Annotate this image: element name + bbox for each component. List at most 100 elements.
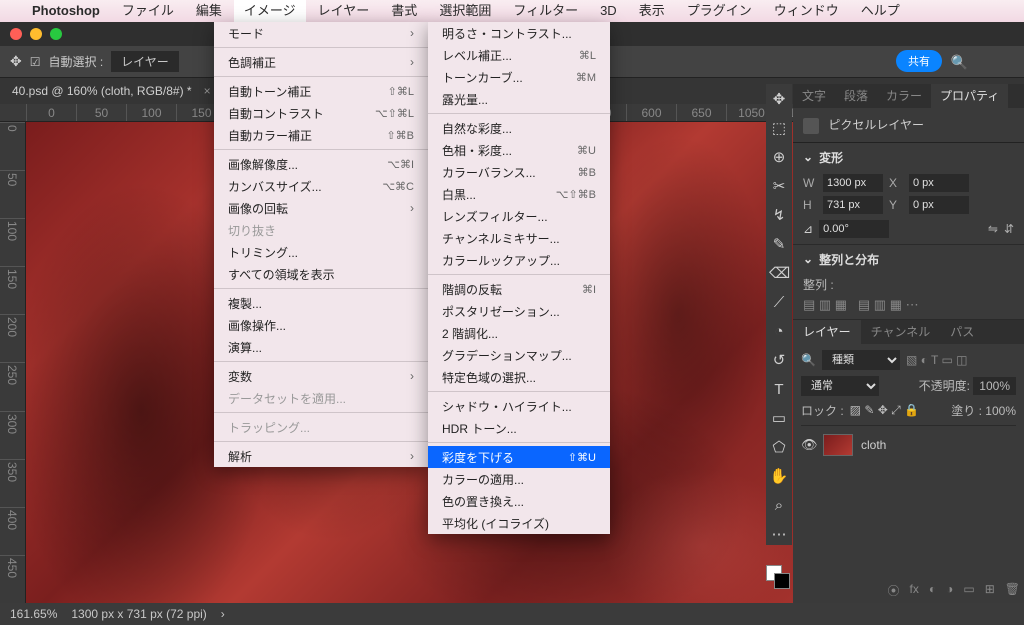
- width-input[interactable]: [823, 174, 883, 192]
- menu-item[interactable]: チャンネルミキサー...: [428, 227, 610, 249]
- height-input[interactable]: [823, 196, 883, 214]
- tool-button[interactable]: ⋯: [769, 525, 789, 545]
- tool-button[interactable]: ✥: [769, 90, 789, 110]
- trash-icon[interactable]: 🗑: [1005, 582, 1020, 599]
- visibility-icon[interactable]: 👁: [801, 437, 815, 453]
- target-select[interactable]: レイヤー: [111, 51, 179, 72]
- menu-item[interactable]: 露光量...: [428, 88, 610, 110]
- flip-h-icon[interactable]: ⇋: [988, 222, 998, 236]
- share-button[interactable]: 共有: [896, 50, 942, 72]
- tool-button[interactable]: ⬚: [769, 119, 789, 139]
- layer-row[interactable]: 👁 cloth: [801, 432, 1016, 458]
- menu-item[interactable]: 自動トーン補正⇧⌘L: [214, 80, 428, 102]
- menu-item[interactable]: 自動コントラスト⌥⇧⌘L: [214, 102, 428, 124]
- tool-button[interactable]: ◔: [769, 322, 789, 342]
- menu-item[interactable]: レベル補正...⌘L: [428, 44, 610, 66]
- x-input[interactable]: [909, 174, 969, 192]
- tool-button[interactable]: ↺: [769, 351, 789, 371]
- fill-value[interactable]: 100%: [985, 404, 1016, 418]
- layer-name[interactable]: cloth: [861, 438, 886, 452]
- menu-item[interactable]: モード: [214, 22, 428, 44]
- fx-icon[interactable]: fx: [910, 582, 919, 599]
- layer-thumbnail[interactable]: [823, 434, 853, 456]
- zoom-value[interactable]: 161.65%: [10, 607, 57, 621]
- menu-select[interactable]: 選択範囲: [429, 0, 501, 22]
- tab-color[interactable]: カラー: [877, 84, 931, 108]
- app-name[interactable]: Photoshop: [22, 0, 110, 22]
- menu-item[interactable]: 画像解像度...⌥⌘I: [214, 153, 428, 175]
- close-icon[interactable]: [10, 28, 22, 40]
- mask-icon[interactable]: ◐: [929, 582, 936, 599]
- menu-item[interactable]: レンズフィルター...: [428, 205, 610, 227]
- angle-input[interactable]: [819, 220, 889, 238]
- document-tab[interactable]: 40.psd @ 160% (cloth, RGB/8#) *: [12, 84, 192, 98]
- menu-item[interactable]: カラーの適用...: [428, 468, 610, 490]
- tool-button[interactable]: ✋: [769, 467, 789, 487]
- chevron-down-icon[interactable]: ⌄: [803, 252, 813, 266]
- adjustment-icon[interactable]: ◑: [946, 582, 953, 599]
- filter-icon[interactable]: 🔍: [801, 353, 816, 367]
- link-icon[interactable]: ⦿: [888, 582, 900, 599]
- menu-item[interactable]: 複製...: [214, 292, 428, 314]
- menu-3d[interactable]: 3D: [590, 0, 627, 22]
- menu-item[interactable]: HDR トーン...: [428, 417, 610, 439]
- menu-filter[interactable]: フィルター: [503, 0, 588, 22]
- color-swatches[interactable]: [766, 565, 792, 599]
- filter-select[interactable]: 種類: [822, 350, 900, 370]
- tab-layers[interactable]: レイヤー: [793, 320, 861, 344]
- tool-button[interactable]: ✎: [769, 235, 789, 255]
- menu-item[interactable]: グラデーションマップ...: [428, 344, 610, 366]
- tab-close-icon[interactable]: ×: [204, 84, 211, 98]
- tab-paragraph[interactable]: 段落: [835, 84, 877, 108]
- menu-item[interactable]: すべての領域を表示: [214, 263, 428, 285]
- menu-item[interactable]: 平均化 (イコライズ): [428, 512, 610, 534]
- menu-window[interactable]: ウィンドウ: [764, 0, 849, 22]
- flip-v-icon[interactable]: ⇵: [1004, 222, 1014, 236]
- tool-button[interactable]: ⊕: [769, 148, 789, 168]
- chevron-down-icon[interactable]: ⌄: [803, 150, 813, 164]
- menu-plugin[interactable]: プラグイン: [677, 0, 762, 22]
- tool-button[interactable]: ⟋: [769, 293, 789, 313]
- maximize-icon[interactable]: [50, 28, 62, 40]
- menu-item[interactable]: 自然な彩度...: [428, 117, 610, 139]
- menu-item[interactable]: カンバスサイズ...⌥⌘C: [214, 175, 428, 197]
- filter-pixmap-icon[interactable]: ▧ ◐ T ▭ ◫: [906, 353, 968, 367]
- tool-button[interactable]: ⌫: [769, 264, 789, 284]
- background-swatch[interactable]: [774, 573, 790, 589]
- menu-item[interactable]: トリミング...: [214, 241, 428, 263]
- menu-item[interactable]: 2 階調化...: [428, 322, 610, 344]
- tab-character[interactable]: 文字: [793, 84, 835, 108]
- align-buttons[interactable]: ▤ ▥ ▦ ▤ ▥ ▦ ⋯: [803, 297, 1014, 313]
- menu-item[interactable]: 画像操作...: [214, 314, 428, 336]
- opacity-value[interactable]: 100%: [973, 377, 1016, 395]
- y-input[interactable]: [909, 196, 969, 214]
- menu-item[interactable]: 白黒...⌥⇧⌘B: [428, 183, 610, 205]
- new-layer-icon[interactable]: ⊞: [985, 582, 995, 599]
- menu-item[interactable]: カラールックアップ...: [428, 249, 610, 271]
- menu-item[interactable]: 特定色域の選択...: [428, 366, 610, 388]
- minimize-icon[interactable]: [30, 28, 42, 40]
- menu-item[interactable]: 彩度を下げる⇧⌘U: [428, 446, 610, 468]
- menu-item[interactable]: 変数: [214, 365, 428, 387]
- menu-layer[interactable]: レイヤー: [308, 0, 380, 22]
- menu-item[interactable]: 画像の回転: [214, 197, 428, 219]
- menu-view[interactable]: 表示: [629, 0, 675, 22]
- menu-item[interactable]: 解析: [214, 445, 428, 467]
- menu-item[interactable]: 色の置き換え...: [428, 490, 610, 512]
- menu-item[interactable]: シャドウ・ハイライト...: [428, 395, 610, 417]
- menu-image[interactable]: イメージ: [234, 0, 306, 22]
- search-icon[interactable]: 🔍: [951, 54, 968, 71]
- lock-icons[interactable]: ▨ ✎ ✥ ⤢ 🔒: [850, 403, 919, 418]
- tool-button[interactable]: ▭: [769, 409, 789, 429]
- menu-item[interactable]: カラーバランス...⌘B: [428, 161, 610, 183]
- tool-button[interactable]: T: [769, 380, 789, 400]
- menu-item[interactable]: 自動カラー補正⇧⌘B: [214, 124, 428, 146]
- popup-icon[interactable]: ›: [221, 607, 225, 621]
- tab-paths[interactable]: パス: [940, 320, 984, 344]
- tab-properties[interactable]: プロパティ: [931, 84, 1008, 108]
- tool-button[interactable]: ✂: [769, 177, 789, 197]
- tab-channels[interactable]: チャンネル: [861, 320, 941, 344]
- menu-item[interactable]: 色調補正: [214, 51, 428, 73]
- tool-button[interactable]: ↯: [769, 206, 789, 226]
- tool-button[interactable]: ⬠: [769, 438, 789, 458]
